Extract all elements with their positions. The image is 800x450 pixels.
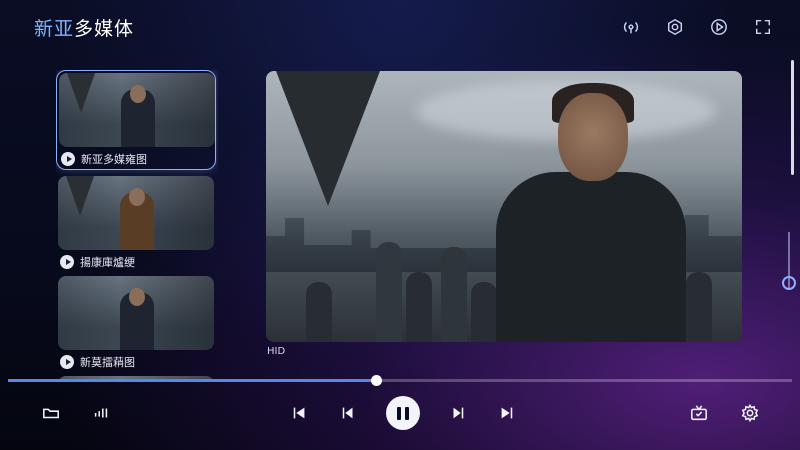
app-title: 新亚多媒体 [34, 14, 134, 41]
skip-end-icon[interactable] [494, 400, 520, 426]
top-toolbar [618, 14, 776, 40]
vertical-scrollbar[interactable] [791, 60, 794, 175]
app-title-rest: 多媒体 [74, 18, 135, 40]
play-icon[interactable] [61, 152, 75, 166]
playlist-item[interactable]: 揚康庫爐绠 [56, 176, 216, 270]
settings-gear-icon[interactable] [737, 400, 763, 426]
thumbnail [58, 176, 214, 250]
pause-button[interactable] [386, 396, 420, 430]
thumbnail [58, 276, 214, 350]
pause-icon [397, 406, 401, 420]
playlist-item-label: 新莫擂蕱图 [80, 356, 135, 369]
tv-icon[interactable] [686, 400, 712, 426]
skip-start-icon[interactable] [286, 400, 312, 426]
fullscreen-icon[interactable] [750, 14, 776, 40]
progress-knob[interactable] [371, 375, 383, 386]
cast-icon[interactable] [618, 14, 644, 40]
playlist-item[interactable]: 新亚多媒雍图 [56, 70, 216, 170]
app-title-accent: 新亚 [34, 18, 75, 40]
playlist-item-label: 新亚多媒雍图 [81, 153, 147, 166]
skip-forward-icon[interactable] [445, 400, 471, 426]
hexagon-settings-icon[interactable] [662, 14, 688, 40]
folder-icon[interactable] [38, 400, 64, 426]
main-video-frame[interactable] [266, 71, 742, 342]
playlist-item[interactable]: 新莫擂蕱图 [56, 276, 216, 370]
equalizer-icon[interactable] [88, 400, 114, 426]
play-circle-icon[interactable] [706, 14, 732, 40]
skip-back-icon[interactable] [335, 400, 361, 426]
playlist-sidebar: 新亚多媒雍图 揚康庫爐绠 新莫擂蕱图 [56, 70, 218, 380]
play-icon[interactable] [60, 355, 74, 369]
thumbnail [59, 73, 215, 147]
control-bar [0, 388, 800, 444]
play-icon[interactable] [60, 255, 74, 269]
volume-slider-knob[interactable] [782, 276, 796, 290]
progress-fill [8, 379, 377, 382]
progress-bar[interactable] [8, 375, 792, 386]
video-caption: HID [267, 346, 286, 357]
playlist-item-label: 揚康庫爐绠 [80, 256, 135, 269]
